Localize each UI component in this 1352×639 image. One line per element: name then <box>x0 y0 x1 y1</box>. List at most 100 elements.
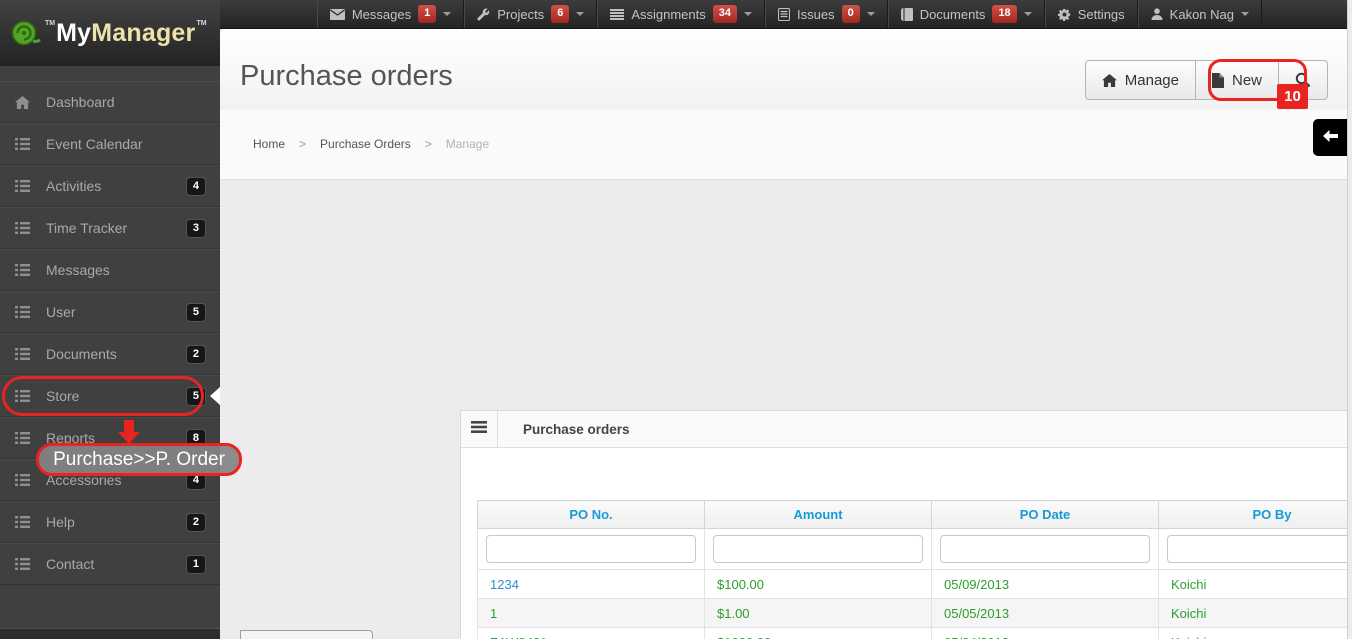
breadcrumb-separator: > <box>424 137 432 151</box>
nav-item-messages[interactable]: Messages 1 <box>316 0 465 28</box>
filter-amount-input[interactable] <box>713 535 923 563</box>
home-icon <box>14 95 31 109</box>
active-item-arrow <box>210 387 220 405</box>
chevron-down-icon <box>866 12 875 16</box>
app-logo[interactable]: TM MyManager TM <box>0 0 220 66</box>
annotation-store-tooltip: Purchase>>P. Order <box>36 443 242 476</box>
breadcrumb-current: Manage <box>445 137 490 151</box>
count-badge: 2 <box>185 512 206 532</box>
home-icon <box>1101 73 1117 87</box>
count-badge: 1 <box>185 554 206 574</box>
sidebar-item-documents[interactable]: Documents 2 <box>0 333 220 375</box>
breadcrumb-home[interactable]: Home <box>253 137 285 151</box>
snail-logo-icon <box>10 17 42 49</box>
breadcrumb: Home > Purchase Orders > Manage <box>253 137 489 151</box>
app-window: TM MyManager TM Dashboard Event Calendar <box>0 0 1352 639</box>
nav-item-projects[interactable]: Projects 6 <box>464 0 598 28</box>
breadcrumb-purchase-orders[interactable]: Purchase Orders <box>320 137 411 151</box>
content-area: Purchase orders Displaying 1-11 of 11 re… <box>220 180 1352 639</box>
amount-cell: $100.00 <box>704 569 932 599</box>
sidebar-item-time-tracker[interactable]: Time Tracker 3 <box>0 207 220 249</box>
arrow-left-icon <box>1322 129 1338 147</box>
scrollbar-gutter[interactable] <box>1347 0 1352 639</box>
panel-header: Purchase orders <box>461 411 1352 448</box>
nav-label: Settings <box>1077 6 1125 22</box>
clipboard-icon <box>777 7 790 21</box>
count-badge: 18 <box>992 5 1017 23</box>
nav-item-settings[interactable]: Settings <box>1044 0 1138 28</box>
sidebar-item-store[interactable]: Store 5 <box>0 375 220 417</box>
count-badge: 3 <box>185 218 206 238</box>
list-icon <box>14 222 31 234</box>
po-by-cell: Koichi <box>1158 569 1352 599</box>
sidebar-item-user[interactable]: User 5 <box>0 291 220 333</box>
chevron-down-icon <box>576 12 585 16</box>
sidebar-item-label: Event Calendar <box>46 136 143 152</box>
filter-po-by-input[interactable] <box>1167 535 1352 563</box>
nav-label: Messages <box>351 6 412 22</box>
nav-item-user-menu[interactable]: Kakon Nag <box>1137 0 1262 28</box>
po-no-link[interactable]: 1234 <box>490 577 519 592</box>
table-row: 1234 $100.00 05/09/2013 Koichi Approved <box>477 569 1352 599</box>
manage-button[interactable]: Manage <box>1084 60 1196 100</box>
po-no-link[interactable]: ZAW3421 <box>490 635 547 639</box>
column-header-po-by[interactable]: PO By <box>1158 500 1352 529</box>
amount-cell: $1000.00 <box>704 627 932 639</box>
page-title: Purchase orders <box>240 60 453 92</box>
panel-menu-button[interactable] <box>461 411 498 447</box>
page-header: Purchase orders Manage New <box>220 29 1352 110</box>
sidebar-item-help[interactable]: Help 2 <box>0 501 220 543</box>
nav-item-issues[interactable]: Issues 0 <box>764 0 888 28</box>
list-icon <box>14 390 31 402</box>
file-icon <box>1211 72 1224 88</box>
count-badge: 2 <box>185 344 206 364</box>
sidebar-footer <box>0 628 220 639</box>
new-button-label: New <box>1231 71 1262 89</box>
table-header-row: PO No. Amount PO Date PO By Status Actio… <box>477 500 1352 529</box>
table-row: ZAW3421 $1000.00 05/04/2013 Koichi Appro… <box>477 627 1352 639</box>
column-header-po-date[interactable]: PO Date <box>931 500 1159 529</box>
nav-label: Projects <box>497 6 545 22</box>
chevron-down-icon <box>743 12 752 16</box>
sidebar-item-label: Store <box>46 388 80 404</box>
list-icon <box>14 138 31 150</box>
list-icon <box>14 180 31 192</box>
list-icon <box>610 8 625 20</box>
brand-name: MyManager <box>56 18 196 47</box>
panel-title: Purchase orders <box>523 421 630 437</box>
filter-po-no-input[interactable] <box>486 535 696 563</box>
amount-cell: $1.00 <box>704 598 932 628</box>
sidebar-item-label: Documents <box>46 346 117 362</box>
sidebar-item-label: Time Tracker <box>46 220 128 236</box>
filter-po-date-input[interactable] <box>940 535 1150 563</box>
new-button[interactable]: New <box>1195 60 1279 100</box>
nav-label: Kakon Nag <box>1169 6 1234 22</box>
filter-row <box>477 528 1352 570</box>
count-badge: 4 <box>185 176 206 196</box>
sidebar-item-dashboard[interactable]: Dashboard <box>0 81 220 123</box>
nav-label: Documents <box>919 6 986 22</box>
sidebar-item-activities[interactable]: Activities 4 <box>0 165 220 207</box>
hamburger-icon <box>471 420 487 438</box>
nav-item-assignments[interactable]: Assignments 34 <box>597 0 765 28</box>
sidebar-item-event-calendar[interactable]: Event Calendar <box>0 123 220 165</box>
results-summary: Displaying 1-11 of 11 result(s). <box>461 448 1352 500</box>
sidebar-item-contact[interactable]: Contact 1 <box>0 543 220 585</box>
sidebar-item-messages[interactable]: Messages <box>0 249 220 291</box>
count-badge: 34 <box>712 5 737 23</box>
sidebar-item-label: Dashboard <box>46 94 115 110</box>
sidebar-item-label: Activities <box>46 178 102 194</box>
column-header-po-no[interactable]: PO No. <box>477 500 705 529</box>
gear-icon <box>1057 8 1071 21</box>
list-icon <box>14 264 31 276</box>
sidebar-item-label: Help <box>46 514 75 530</box>
po-date-cell: 05/05/2013 <box>931 598 1159 628</box>
po-no-link[interactable]: 1 <box>490 606 497 621</box>
nav-item-documents[interactable]: Documents 18 <box>887 0 1045 28</box>
count-badge: 6 <box>551 5 570 23</box>
column-header-amount[interactable]: Amount <box>704 500 932 529</box>
breadcrumb-band: Home > Purchase Orders > Manage <box>220 110 1352 180</box>
collapse-panel-button[interactable] <box>1313 119 1347 156</box>
top-navbar: Messages 1 Projects 6 Assignments 34 Iss… <box>220 0 1352 29</box>
sidebar-item-label: Contact <box>46 556 95 572</box>
